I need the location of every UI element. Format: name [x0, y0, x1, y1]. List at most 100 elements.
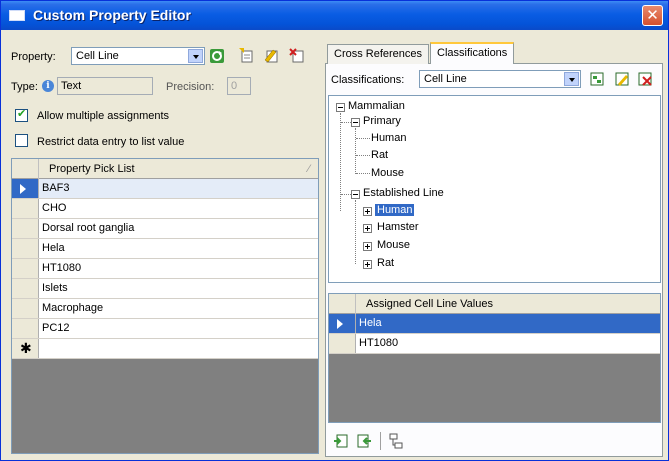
assigned-values-header[interactable]: Assigned Cell Line Values [366, 298, 493, 310]
hierarchy-icon[interactable] [388, 433, 404, 449]
table-row[interactable]: HT1080 [12, 259, 318, 279]
property-combo[interactable]: Cell Line [71, 47, 205, 65]
restrict-entry-label: Restrict data entry to list value [37, 136, 185, 148]
table-row[interactable]: Macrophage [12, 299, 318, 319]
row-selector[interactable] [12, 179, 39, 198]
column-resize-grip-icon: ⁄ [308, 163, 310, 175]
row-selector[interactable] [12, 199, 39, 218]
row-selector[interactable] [12, 259, 39, 278]
classifications-combo-value: Cell Line [424, 73, 467, 85]
table-row[interactable]: Hela [329, 314, 660, 334]
table-row[interactable]: Hela [12, 239, 318, 259]
property-pick-list-grid[interactable]: Property Pick List ⁄ BAF3 CHO Dorsal roo… [11, 158, 319, 454]
tree-node-established-line[interactable]: Established Line [363, 187, 444, 199]
expand-icon[interactable] [363, 242, 372, 251]
expand-icon[interactable] [363, 260, 372, 269]
pick-list-cell[interactable]: BAF3 [39, 179, 318, 198]
assign-value-icon[interactable] [333, 433, 349, 449]
edit-classification-icon[interactable] [614, 71, 630, 87]
chevron-down-icon[interactable] [188, 49, 203, 63]
toolbar-separator [380, 432, 381, 450]
new-row-icon: ✱ [20, 341, 32, 357]
delete-property-icon[interactable] [289, 47, 305, 63]
precision-field: 0 [227, 77, 251, 95]
tab-cross-references[interactable]: Cross References [327, 44, 430, 64]
tree-node-established-hamster[interactable]: Hamster [377, 221, 419, 233]
pick-list-cell[interactable]: PC12 [39, 319, 318, 338]
row-selector[interactable]: ✱ [12, 339, 39, 358]
pick-list-cell[interactable]: Hela [39, 239, 318, 258]
table-row[interactable]: Islets [12, 279, 318, 299]
tree-node-primary-rat[interactable]: Rat [371, 149, 388, 161]
row-selector[interactable] [12, 239, 39, 258]
new-row-cell[interactable] [39, 339, 318, 358]
add-classification-icon[interactable] [589, 71, 605, 87]
classifications-combo[interactable]: Cell Line [419, 70, 581, 88]
tree-node-established-human[interactable]: Human [375, 204, 415, 216]
collapse-icon[interactable] [336, 103, 345, 112]
tree-node-established-mouse[interactable]: Mouse [377, 239, 410, 251]
info-icon: i [42, 80, 54, 92]
expand-icon[interactable] [363, 224, 372, 233]
tree-line [356, 173, 370, 174]
row-selector[interactable] [329, 314, 356, 333]
tree-node-primary[interactable]: Primary [363, 115, 401, 127]
tree-line [355, 200, 356, 264]
tree-node-mammalian[interactable]: Mammalian [348, 100, 405, 112]
new-property-icon[interactable] [238, 47, 254, 63]
row-selector[interactable] [12, 319, 39, 338]
row-selector[interactable] [12, 279, 39, 298]
pick-list-cell[interactable]: Dorsal root ganglia [39, 219, 318, 238]
row-selector[interactable] [12, 219, 39, 238]
grid-header-corner [12, 159, 39, 179]
row-selector[interactable] [329, 334, 356, 353]
app-window-icon [9, 10, 25, 21]
delete-classification-icon[interactable] [637, 71, 653, 87]
table-row[interactable]: PC12 [12, 319, 318, 339]
expand-icon[interactable] [363, 207, 372, 216]
table-row[interactable]: Dorsal root ganglia [12, 219, 318, 239]
tab-classifications[interactable]: Classifications [430, 42, 515, 64]
collapse-icon[interactable] [351, 190, 360, 199]
tree-node-established-rat[interactable]: Rat [377, 257, 394, 269]
restrict-entry-checkbox[interactable] [15, 134, 28, 147]
tree-line [341, 194, 351, 195]
unassign-value-icon[interactable] [356, 433, 372, 449]
table-row[interactable]: HT1080 [329, 334, 660, 354]
pick-list-cell[interactable]: Macrophage [39, 299, 318, 318]
pick-list-header[interactable]: Property Pick List [49, 163, 135, 175]
assigned-values-grid[interactable]: Assigned Cell Line Values Hela HT1080 [328, 293, 661, 423]
table-row[interactable]: BAF3 [12, 179, 318, 199]
chevron-down-icon[interactable] [564, 72, 579, 86]
type-field: Text [57, 77, 153, 95]
assigned-value-cell[interactable]: Hela [356, 314, 660, 333]
pick-list-cell[interactable]: Islets [39, 279, 318, 298]
tree-line [341, 122, 351, 123]
classifications-label: Classifications: [331, 74, 405, 86]
title-bar[interactable]: Custom Property Editor ✕ [1, 1, 668, 30]
collapse-icon[interactable] [351, 118, 360, 127]
table-row[interactable]: CHO [12, 199, 318, 219]
row-selector[interactable] [12, 299, 39, 318]
tree-line [340, 113, 341, 211]
allow-multiple-label: Allow multiple assignments [37, 110, 170, 122]
tree-line [356, 138, 370, 139]
close-button[interactable]: ✕ [642, 5, 663, 26]
pick-list-cell[interactable]: CHO [39, 199, 318, 218]
edit-property-icon[interactable] [263, 47, 279, 63]
pick-list-cell[interactable]: HT1080 [39, 259, 318, 278]
precision-field-value: 0 [231, 80, 238, 92]
current-row-pointer-icon [337, 319, 343, 329]
window-title: Custom Property Editor [33, 7, 191, 23]
current-row-pointer-icon [20, 184, 26, 194]
grid-header-corner [329, 294, 356, 314]
classification-tree[interactable]: Mammalian Primary Human Rat Mouse Establ… [328, 95, 661, 283]
custom-property-editor-window: Custom Property Editor ✕ Property: Cell … [0, 0, 669, 461]
tree-node-primary-mouse[interactable]: Mouse [371, 167, 404, 179]
new-row[interactable]: ✱ [12, 339, 318, 359]
assigned-value-cell[interactable]: HT1080 [356, 334, 660, 353]
allow-multiple-checkbox[interactable] [15, 107, 28, 122]
type-field-value: Text [61, 80, 82, 92]
tree-node-primary-human[interactable]: Human [371, 132, 406, 144]
refresh-icon[interactable] [209, 48, 225, 64]
